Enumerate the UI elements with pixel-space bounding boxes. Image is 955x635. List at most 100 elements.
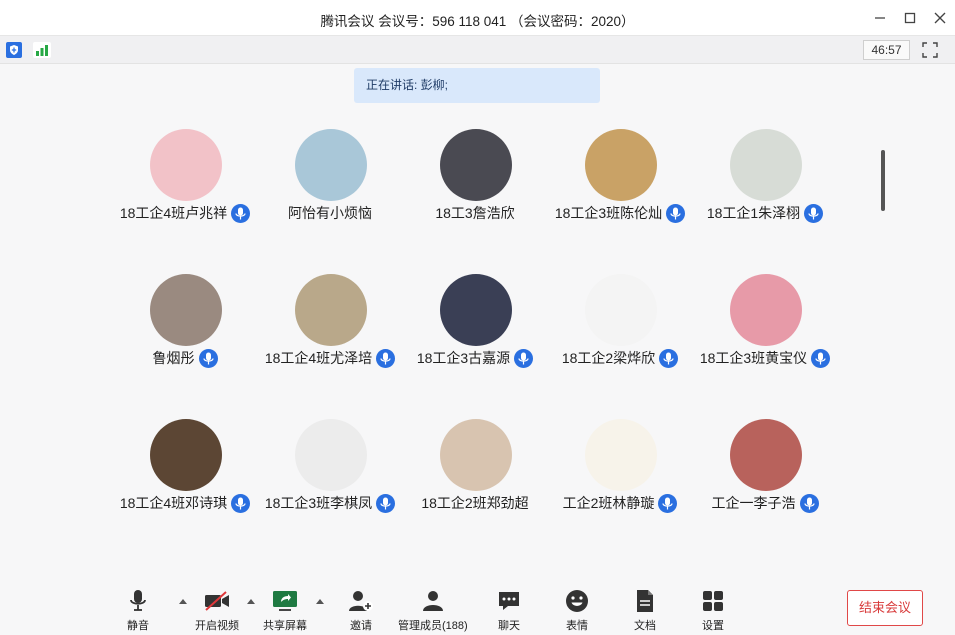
- participant-name: 18工企4班邓诗琪: [119, 495, 228, 511]
- minimize-button[interactable]: [870, 8, 890, 28]
- avatar: [585, 419, 657, 491]
- add-user-icon: [349, 591, 373, 611]
- signal-strength-icon[interactable]: [33, 42, 51, 58]
- document-icon: [637, 590, 653, 612]
- video-label: 开启视频: [195, 620, 239, 632]
- participant-tile[interactable]: 工企2班林静璇: [545, 419, 695, 529]
- participant-tile[interactable]: 18工企3班陈伦灿: [545, 129, 695, 239]
- participant-tile[interactable]: 工企一李子浩: [690, 419, 840, 529]
- microphone-icon: [130, 590, 146, 611]
- participant-name: 鲁烟彤: [152, 350, 195, 366]
- participant-tile[interactable]: 18工企4班邓诗琪: [110, 419, 260, 529]
- participant-tile[interactable]: 18工企2梁烨欣: [545, 274, 695, 384]
- avatar: [730, 129, 802, 201]
- avatar: [440, 419, 512, 491]
- emoji-button[interactable]: 表情: [564, 589, 590, 633]
- video-button[interactable]: 开启视频: [195, 589, 239, 633]
- video-options-caret-icon[interactable]: [246, 597, 256, 605]
- participant-tile[interactable]: 18工企3古嘉源: [400, 274, 550, 384]
- participant-name: 18工3詹浩欣: [435, 205, 515, 221]
- docs-label: 文档: [634, 620, 656, 632]
- members-icon: [422, 591, 443, 611]
- mute-label: 静音: [127, 620, 149, 632]
- invite-label: 邀请: [350, 620, 372, 632]
- settings-button[interactable]: 设置: [700, 589, 726, 633]
- participant-tile[interactable]: 18工企4班尤泽培: [255, 274, 405, 384]
- participant-name: 阿怡有小烦恼: [288, 205, 372, 221]
- end-meeting-button[interactable]: 结束会议: [847, 590, 923, 626]
- avatar: [295, 129, 367, 201]
- participant-name: 18工企1朱泽栩: [706, 205, 801, 221]
- active-speaker-banner: 正在讲话: 彭柳;: [354, 68, 600, 103]
- emoji-label: 表情: [566, 620, 588, 632]
- video-off-icon: [205, 591, 229, 611]
- chat-button[interactable]: 聊天: [496, 589, 522, 633]
- participant-tile[interactable]: 18工3詹浩欣: [400, 129, 550, 239]
- maximize-icon: [904, 12, 916, 24]
- chat-icon: [499, 592, 519, 610]
- close-icon: [934, 12, 946, 24]
- avatar: [150, 129, 222, 201]
- scrollbar-thumb[interactable]: [881, 150, 885, 211]
- participant-name-row: 18工企3班黄宝仪: [680, 348, 850, 368]
- share-screen-label: 共享屏幕: [263, 620, 307, 632]
- status-bar: 46:57: [0, 36, 955, 64]
- speaking-microphone-icon: [514, 348, 534, 368]
- security-shield-icon[interactable]: [6, 42, 22, 58]
- participant-name: 工企一李子浩: [711, 495, 796, 511]
- avatar: [585, 274, 657, 346]
- avatar: [295, 419, 367, 491]
- settings-label: 设置: [702, 620, 724, 632]
- participant-tile[interactable]: 18工企3班李棋凤: [255, 419, 405, 529]
- avatar: [150, 419, 222, 491]
- docs-button[interactable]: 文档: [632, 589, 658, 633]
- avatar: [585, 129, 657, 201]
- mute-options-caret-icon[interactable]: [178, 597, 188, 605]
- participant-tile[interactable]: 鲁烟彤: [110, 274, 260, 384]
- speaking-microphone-icon: [811, 348, 831, 368]
- speaking-microphone-icon: [198, 348, 218, 368]
- title-bar: 腾讯会议 会议号：596 118 041 （会议密码：2020）: [0, 0, 955, 36]
- share-screen-icon: [273, 591, 297, 611]
- participant-tile[interactable]: 18工企1朱泽栩: [690, 129, 840, 239]
- meeting-timer: 46:57: [863, 40, 910, 60]
- minimize-icon: [875, 17, 885, 19]
- speaking-microphone-icon: [658, 493, 678, 513]
- window-title: 腾讯会议 会议号：596 118 041 （会议密码：2020）: [320, 14, 635, 29]
- fullscreen-icon[interactable]: [922, 42, 938, 58]
- participant-tile[interactable]: 18工企4班卢兆祥: [110, 129, 260, 239]
- share-screen-button[interactable]: 共享屏幕: [263, 589, 307, 633]
- mute-button[interactable]: 静音: [125, 589, 151, 633]
- manage-members-button[interactable]: 管理成员(188): [398, 589, 468, 633]
- avatar: [440, 274, 512, 346]
- speaking-microphone-icon: [659, 348, 679, 368]
- manage-members-label: 管理成员(188): [398, 620, 468, 632]
- participant-tile[interactable]: 18工企2班郑劲超: [400, 419, 550, 529]
- avatar: [150, 274, 222, 346]
- participant-name: 18工企3班李棋凤: [264, 495, 373, 511]
- bottom-toolbar: 静音 开启视频 共享屏幕 邀请 管理成员(188) 聊天 表情 文档 设置: [0, 583, 955, 635]
- avatar: [730, 274, 802, 346]
- participant-tile[interactable]: 18工企3班黄宝仪: [690, 274, 840, 384]
- maximize-button[interactable]: [900, 8, 920, 28]
- speaking-microphone-icon: [804, 203, 824, 223]
- emoji-icon: [566, 590, 588, 612]
- chat-label: 聊天: [498, 620, 520, 632]
- participant-name: 18工企2梁烨欣: [561, 350, 656, 366]
- participant-tile[interactable]: 阿怡有小烦恼: [255, 129, 405, 239]
- speaking-microphone-icon: [799, 493, 819, 513]
- participant-name: 工企2班林静璇: [562, 495, 655, 511]
- close-button[interactable]: [930, 8, 950, 28]
- participant-name: 18工企3班陈伦灿: [554, 205, 663, 221]
- avatar: [440, 129, 512, 201]
- share-options-caret-icon[interactable]: [315, 597, 325, 605]
- avatar: [295, 274, 367, 346]
- invite-button[interactable]: 邀请: [348, 589, 374, 633]
- participant-name-row: 18工企1朱泽栩: [680, 203, 850, 223]
- avatar: [730, 419, 802, 491]
- participant-name: 18工企4班卢兆祥: [119, 205, 228, 221]
- participant-name: 18工企3古嘉源: [416, 350, 511, 366]
- participant-name: 18工企2班郑劲超: [421, 495, 529, 511]
- settings-grid-icon: [703, 591, 723, 611]
- participant-name-row: 工企一李子浩: [680, 493, 850, 513]
